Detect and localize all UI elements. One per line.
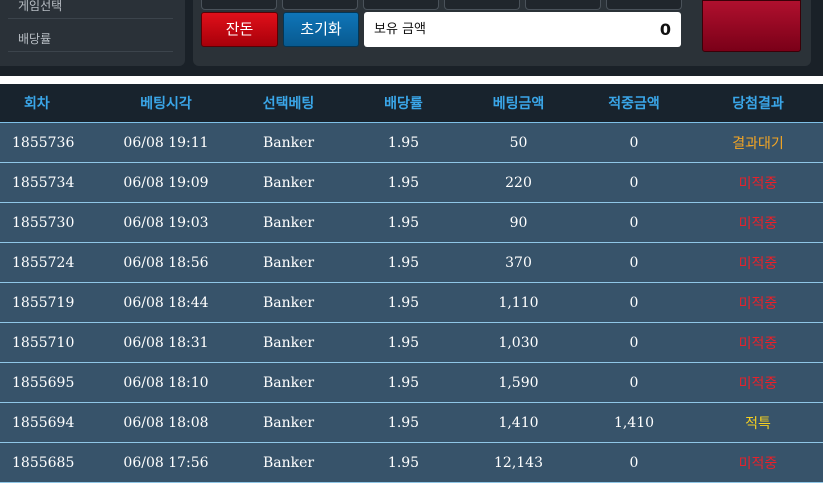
chip-slot[interactable] (525, 0, 601, 10)
cell-result: 미적중 (693, 242, 823, 283)
cell-result: 적특 (693, 402, 823, 443)
cell-amount: 1,110 (462, 282, 575, 323)
reset-button[interactable]: 초기화 (283, 12, 359, 47)
cell-round: 1855695 (0, 362, 100, 403)
cell-time: 06/08 19:03 (100, 202, 232, 243)
cell-choice: Banker (232, 402, 345, 443)
cell-win: 0 (575, 202, 693, 243)
chip-slot[interactable] (282, 0, 358, 10)
cell-result: 미적중 (693, 162, 823, 203)
table-row: 1855719 06/08 18:44 Banker 1.95 1,110 0 미적중 (0, 282, 823, 323)
table-header-row: 회차 베팅시각 선택베팅 배당률 베팅금액 적중금액 당첨결과 (0, 84, 823, 123)
cell-time: 06/08 18:56 (100, 242, 232, 283)
header-odds: 배당률 (345, 84, 462, 123)
bet-confirm-button[interactable] (702, 0, 801, 52)
cell-odds: 1.95 (345, 202, 462, 243)
cell-result: 미적중 (693, 322, 823, 363)
balance-label: 보유 금액 (374, 22, 426, 37)
cell-time: 06/08 17:56 (100, 442, 232, 483)
cell-time: 06/08 18:31 (100, 322, 232, 363)
cell-result: 미적중 (693, 282, 823, 323)
table-row: 1855685 06/08 17:56 Banker 1.95 12,143 0 미적중 (0, 442, 823, 483)
table-row: 1855710 06/08 18:31 Banker 1.95 1,030 0 미적중 (0, 322, 823, 363)
change-button[interactable]: 잔돈 (201, 12, 278, 47)
cell-odds: 1.95 (345, 162, 462, 203)
cell-result: 미적중 (693, 442, 823, 483)
header-choice: 선택베팅 (232, 84, 345, 123)
cell-round: 1855724 (0, 242, 100, 283)
cell-choice: Banker (232, 202, 345, 243)
cell-win: 0 (575, 322, 693, 363)
cell-choice: Banker (232, 442, 345, 483)
header-win: 적중금액 (575, 84, 693, 123)
top-panel: 게임선택 배당률 잔돈 초기화 보유 금액 0 (0, 0, 823, 76)
cell-amount: 220 (462, 162, 575, 203)
cell-choice: Banker (232, 362, 345, 403)
cell-choice: Banker (232, 322, 345, 363)
cell-odds: 1.95 (345, 282, 462, 323)
header-amount: 베팅금액 (462, 84, 575, 123)
table-row: 1855724 06/08 18:56 Banker 1.95 370 0 미적중 (0, 242, 823, 283)
cell-win: 0 (575, 442, 693, 483)
chip-slot[interactable] (201, 0, 277, 10)
menu-item-game-select[interactable]: 게임선택 (8, 0, 173, 19)
cell-odds: 1.95 (345, 122, 462, 163)
cell-time: 06/08 18:10 (100, 362, 232, 403)
chip-slot[interactable] (606, 0, 682, 10)
table-row: 1855730 06/08 19:03 Banker 1.95 90 0 미적중 (0, 202, 823, 243)
cell-round: 1855685 (0, 442, 100, 483)
header-result: 당첨결과 (693, 84, 823, 123)
table-row: 1855734 06/08 19:09 Banker 1.95 220 0 미적중 (0, 162, 823, 203)
header-time: 베팅시각 (100, 84, 232, 123)
cell-choice: Banker (232, 122, 345, 163)
cell-choice: Banker (232, 282, 345, 323)
cell-odds: 1.95 (345, 362, 462, 403)
balance-value: 0 (659, 20, 671, 39)
chip-slot[interactable] (444, 0, 520, 10)
cell-amount: 90 (462, 202, 575, 243)
betting-history-table: 회차 베팅시각 선택베팅 배당률 베팅금액 적중금액 당첨결과 1855736 0… (0, 84, 823, 483)
cell-choice: Banker (232, 242, 345, 283)
cell-odds: 1.95 (345, 402, 462, 443)
menu-item-odds[interactable]: 배당률 (8, 26, 173, 52)
cell-amount: 370 (462, 242, 575, 283)
cell-round: 1855736 (0, 122, 100, 163)
header-round: 회차 (0, 84, 100, 123)
cell-win: 1,410 (575, 402, 693, 443)
cell-odds: 1.95 (345, 442, 462, 483)
cell-win: 0 (575, 282, 693, 323)
cell-win: 0 (575, 162, 693, 203)
table-row: 1855736 06/08 19:11 Banker 1.95 50 0 결과대기 (0, 122, 823, 163)
balance-box: 보유 금액 0 (364, 12, 681, 47)
cell-result: 결과대기 (693, 122, 823, 163)
chip-slot[interactable] (363, 0, 439, 10)
cell-round: 1855719 (0, 282, 100, 323)
cell-win: 0 (575, 242, 693, 283)
table-row: 1855695 06/08 18:10 Banker 1.95 1,590 0 미적중 (0, 362, 823, 403)
cell-amount: 50 (462, 122, 575, 163)
cell-odds: 1.95 (345, 242, 462, 283)
cell-result: 미적중 (693, 362, 823, 403)
cell-amount: 1,030 (462, 322, 575, 363)
cell-time: 06/08 18:08 (100, 402, 232, 443)
cell-round: 1855710 (0, 322, 100, 363)
cell-round: 1855734 (0, 162, 100, 203)
game-menu: 게임선택 배당률 (0, 0, 185, 66)
cell-choice: Banker (232, 162, 345, 203)
cell-amount: 12,143 (462, 442, 575, 483)
cell-time: 06/08 19:09 (100, 162, 232, 203)
cell-time: 06/08 19:11 (100, 122, 232, 163)
table-row: 1855694 06/08 18:08 Banker 1.95 1,410 1,410 적특 (0, 402, 823, 443)
cell-amount: 1,410 (462, 402, 575, 443)
cell-win: 0 (575, 362, 693, 403)
cell-amount: 1,590 (462, 362, 575, 403)
cell-round: 1855694 (0, 402, 100, 443)
cell-result: 미적중 (693, 202, 823, 243)
cell-win: 0 (575, 122, 693, 163)
cell-odds: 1.95 (345, 322, 462, 363)
cell-time: 06/08 18:44 (100, 282, 232, 323)
cell-round: 1855730 (0, 202, 100, 243)
